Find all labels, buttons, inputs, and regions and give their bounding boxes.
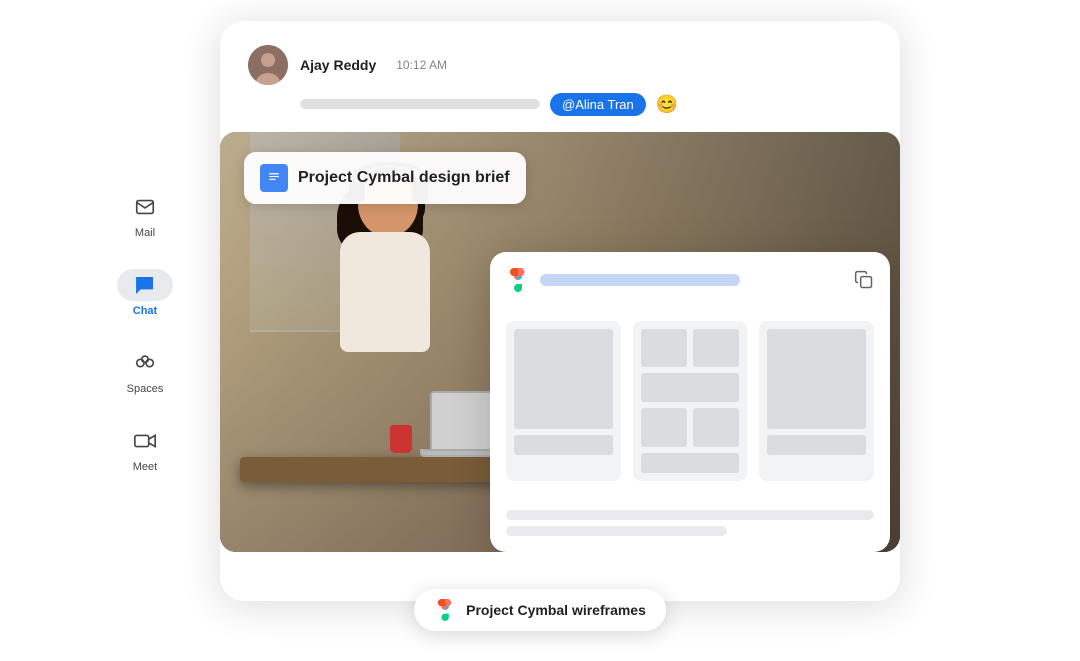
wf-bottom-line [641, 453, 740, 472]
chat-icon [134, 274, 156, 296]
message-emoji: 😊 [656, 94, 678, 115]
wf-col-right [693, 329, 739, 368]
message-area: Ajay Reddy 10:12 AM @Alina Tran 😊 [220, 21, 900, 132]
wf-image-placeholder-3 [767, 329, 866, 429]
sidebar-item-mail[interactable]: Mail [117, 191, 173, 239]
wf-col-right-2 [693, 408, 739, 447]
wf-image-placeholder [514, 329, 613, 429]
docs-preview: Project Cymbal design brief [220, 132, 900, 552]
wireframe-box-3 [759, 321, 874, 481]
wf-text-line-3 [767, 435, 866, 455]
sidebar-item-chat[interactable]: Chat [117, 269, 173, 317]
doc-title-overlay: Project Cymbal design brief [244, 152, 526, 204]
copy-icon [854, 270, 874, 290]
wf-two-col-2 [641, 408, 740, 447]
meet-icon-pill [117, 425, 173, 457]
chat-card: Ajay Reddy 10:12 AM @Alina Tran 😊 [220, 21, 900, 601]
figma-label-badge: Project Cymbal wireframes [414, 589, 666, 631]
sidebar: Mail Chat Spaces [90, 21, 200, 641]
wf-text-line [514, 435, 613, 455]
mail-label: Mail [135, 227, 155, 239]
main-scene: Mail Chat Spaces [90, 21, 990, 641]
meet-icon [133, 430, 157, 452]
wf-col-left [641, 329, 687, 368]
message-timestamp: 10:12 AM [396, 58, 447, 72]
figma-icon [506, 268, 530, 292]
footer-line-1 [506, 510, 874, 520]
doc-title-text: Project Cymbal design brief [298, 169, 510, 187]
sidebar-item-spaces[interactable]: Spaces [117, 347, 173, 395]
figma-preview-card [490, 252, 890, 552]
wf-two-col-1 [641, 329, 740, 368]
figma-header-left [506, 268, 740, 292]
wireframe-box-1 [506, 321, 621, 481]
avatar [248, 45, 288, 85]
wf-col-left-2 [641, 408, 687, 447]
mention-badge: @Alina Tran [550, 93, 646, 116]
figma-footer [506, 510, 874, 536]
footer-line-2 [506, 526, 727, 536]
wf-mid-bar [641, 373, 740, 402]
message-header: Ajay Reddy 10:12 AM [248, 45, 872, 85]
figma-badge-icon [434, 599, 456, 621]
wireframe-area [506, 304, 874, 498]
sidebar-item-meet[interactable]: Meet [117, 425, 173, 473]
figma-label-text: Project Cymbal wireframes [466, 602, 646, 618]
meet-label: Meet [133, 461, 157, 473]
spaces-label: Spaces [127, 383, 164, 395]
google-docs-icon [260, 164, 288, 192]
spaces-icon-pill [117, 347, 173, 379]
chat-icon-pill [117, 269, 173, 301]
mail-icon-pill [117, 191, 173, 223]
chat-label: Chat [133, 305, 157, 317]
spaces-icon [133, 352, 157, 374]
wireframe-box-2 [633, 321, 748, 481]
sender-name: Ajay Reddy [300, 57, 376, 73]
mail-icon [134, 196, 156, 218]
figma-url-bar [540, 274, 740, 286]
figma-header [506, 268, 874, 292]
message-text-bar [300, 99, 540, 109]
message-content: @Alina Tran 😊 [300, 93, 872, 116]
